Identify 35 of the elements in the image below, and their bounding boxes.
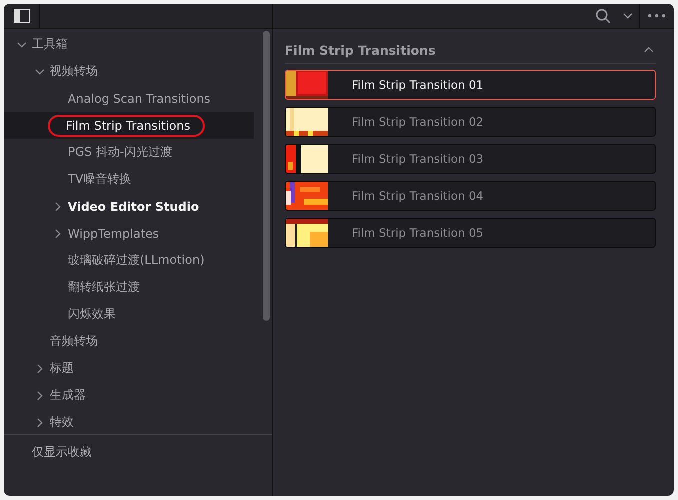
chevron-right-icon[interactable]: [53, 228, 63, 238]
clip-item[interactable]: Film Strip Transition 04: [285, 181, 656, 211]
tree-item[interactable]: 闪烁效果: [4, 301, 254, 328]
sidebar-icon[interactable]: [14, 9, 30, 23]
more-icon[interactable]: [648, 14, 666, 18]
scrollbar[interactable]: [263, 31, 270, 321]
tree-item[interactable]: 标题: [4, 355, 254, 382]
chevron-down-icon[interactable]: [35, 66, 45, 76]
tree-item[interactable]: Film Strip Transitions: [4, 112, 254, 139]
clip-item[interactable]: Film Strip Transition 02: [285, 107, 656, 137]
tree-item[interactable]: 生成器: [4, 382, 254, 409]
tree-item[interactable]: 特效: [4, 409, 254, 434]
clip-item[interactable]: Film Strip Transition 05: [285, 218, 656, 248]
tree-item[interactable]: Video Editor Studio: [4, 193, 254, 220]
tree-item[interactable]: 工具箱: [4, 31, 254, 58]
tree-item[interactable]: TV噪音转换: [4, 166, 254, 193]
tree-item[interactable]: 音频转场: [4, 328, 254, 355]
tree-item[interactable]: PGS 抖动-闪光过渡: [4, 139, 254, 166]
chevron-right-icon[interactable]: [35, 364, 45, 374]
clip-item[interactable]: Film Strip Transition 03: [285, 144, 656, 174]
chevron-up-icon[interactable]: [644, 45, 654, 55]
tree-item[interactable]: Analog Scan Transitions: [4, 85, 254, 112]
tree-item[interactable]: WippTemplates: [4, 220, 254, 247]
clip-item[interactable]: Film Strip Transition 01: [285, 70, 656, 100]
section-title: Film Strip Transitions: [285, 42, 436, 58]
chevron-right-icon[interactable]: [53, 202, 63, 212]
tree-item[interactable]: 视频转场: [4, 58, 254, 85]
search-icon[interactable]: [596, 8, 611, 24]
chevron-down-icon[interactable]: [17, 40, 27, 50]
chevron-right-icon[interactable]: [35, 390, 45, 400]
chevron-right-icon[interactable]: [35, 418, 45, 428]
tree-item[interactable]: 玻璃破碎过渡(LLmotion): [4, 247, 254, 274]
chevron-down-icon[interactable]: [623, 11, 633, 21]
favorites-toggle[interactable]: 仅显示收藏: [32, 444, 92, 461]
tree-item[interactable]: 翻转纸张过渡: [4, 274, 254, 301]
